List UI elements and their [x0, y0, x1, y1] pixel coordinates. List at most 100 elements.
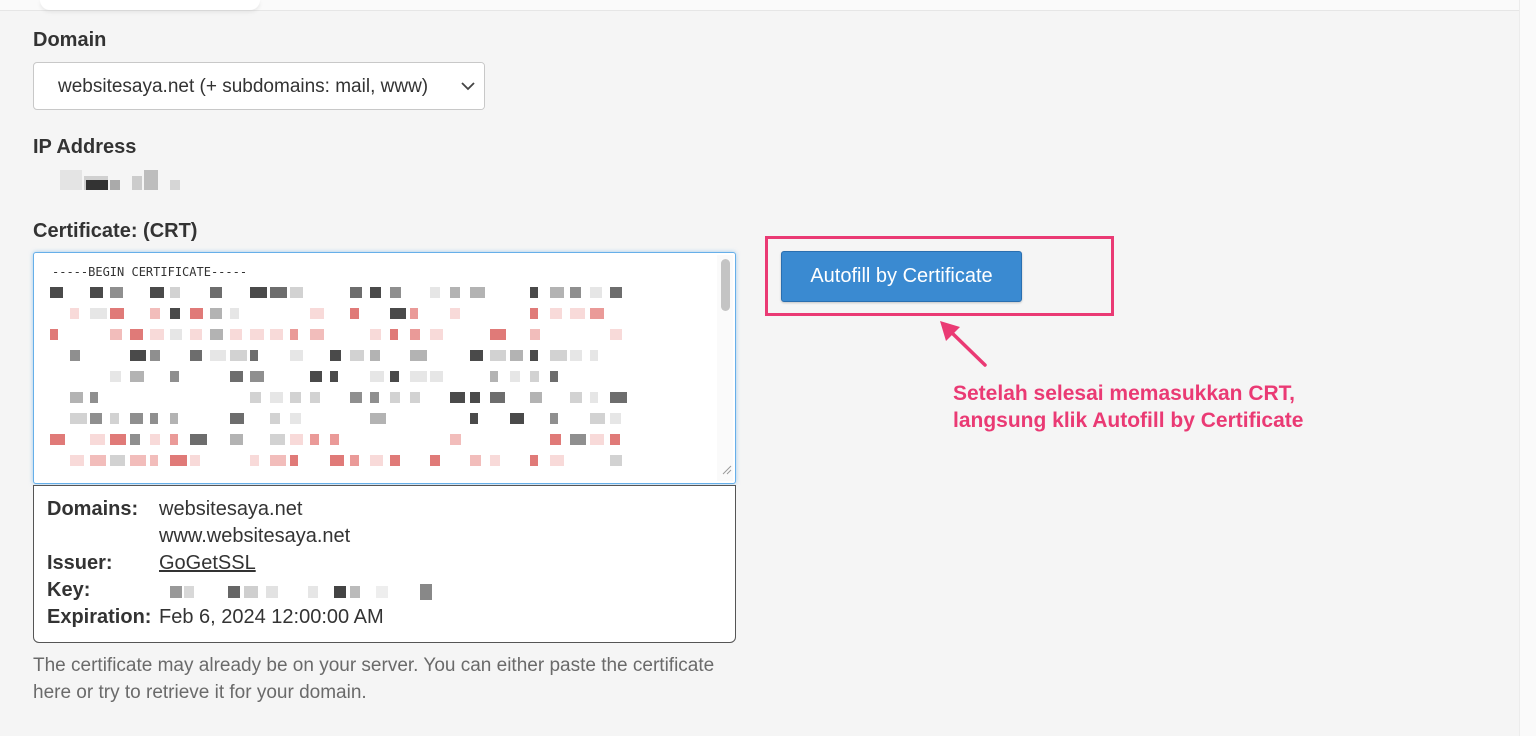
redaction-pixel	[610, 434, 620, 445]
redaction-pixel	[170, 308, 180, 319]
expiration-label: Expiration:	[47, 606, 152, 628]
redaction-pixel	[90, 434, 105, 445]
redaction-pixel	[210, 329, 223, 340]
redaction-pixel	[230, 413, 244, 424]
redaction-pixel	[250, 287, 267, 298]
certificate-first-line: -----BEGIN CERTIFICATE-----	[52, 265, 248, 279]
redaction-pixel	[590, 434, 604, 445]
redaction-pixel	[150, 434, 160, 445]
redaction-pixel	[590, 350, 598, 361]
redaction-pixel	[550, 413, 558, 424]
redaction-pixel	[570, 434, 586, 445]
redaction-pixel	[350, 350, 364, 361]
certificate-textarea[interactable]: -----BEGIN CERTIFICATE-----	[33, 252, 736, 484]
domains-label: Domains:	[47, 498, 139, 520]
redaction-pixel	[250, 371, 264, 382]
redaction-pixel	[530, 455, 538, 466]
top-tab	[40, 0, 260, 10]
redaction-pixel	[270, 413, 280, 424]
page-scrollbar[interactable]	[1519, 0, 1536, 736]
redaction-pixel	[590, 392, 598, 403]
textarea-scroll-thumb[interactable]	[721, 259, 730, 311]
redaction-pixel	[290, 455, 298, 466]
redaction-pixel	[270, 455, 286, 466]
redaction-pixel	[410, 350, 427, 361]
redaction-pixel	[150, 308, 160, 319]
redaction-pixel	[110, 371, 121, 382]
domain-label: Domain	[33, 29, 107, 51]
redaction-pixel	[390, 371, 399, 382]
redaction-pixel	[370, 329, 381, 340]
redaction-pixel	[230, 371, 243, 382]
redaction-pixel	[470, 413, 478, 424]
redaction-pixel	[490, 455, 500, 466]
redaction-pixel	[250, 392, 261, 403]
redaction-pixel	[490, 329, 506, 340]
redaction-pixel	[370, 413, 386, 424]
expiration-value: Feb 6, 2024 12:00:00 AM	[159, 606, 384, 628]
redaction-pixel	[550, 350, 567, 361]
redaction-pixel	[110, 434, 126, 445]
redaction-pixel	[550, 308, 562, 319]
redaction-pixel	[70, 350, 80, 361]
redaction-pixel	[590, 287, 602, 298]
redaction-pixel	[230, 350, 247, 361]
redaction-pixel	[470, 287, 485, 298]
redaction-pixel	[350, 308, 359, 319]
redaction-pixel	[470, 455, 481, 466]
redaction-pixel	[70, 308, 79, 319]
domain-select[interactable]: websitesaya.net (+ subdomains: mail, www…	[33, 62, 485, 110]
redaction-pixel	[510, 413, 524, 424]
redaction-pixel	[350, 392, 362, 403]
redaction-pixel	[590, 413, 605, 424]
redaction-pixel	[610, 329, 622, 340]
certificate-details: Domains: websitesaya.net www.websitesaya…	[33, 485, 736, 643]
redaction-pixel	[590, 308, 604, 319]
redaction-pixel	[310, 329, 324, 340]
redaction-pixel	[390, 392, 400, 403]
chevron-down-icon	[454, 63, 484, 109]
redaction-pixel	[190, 329, 202, 340]
redaction-pixel	[550, 287, 564, 298]
redaction-pixel	[330, 434, 339, 445]
redaction-pixel	[470, 392, 480, 403]
autofill-by-certificate-button[interactable]: Autofill by Certificate	[781, 251, 1022, 302]
redaction-pixel	[410, 329, 420, 340]
redaction-pixel	[170, 434, 178, 445]
redaction-pixel	[270, 329, 283, 340]
redaction-pixel	[250, 350, 258, 361]
redaction-pixel	[130, 434, 140, 445]
redaction-pixel	[470, 350, 483, 361]
redaction-pixel	[190, 350, 202, 361]
ip-address-redacted	[60, 168, 190, 194]
redaction-pixel	[210, 287, 222, 298]
redaction-pixel	[430, 329, 443, 340]
redaction-pixel	[330, 455, 344, 466]
resize-grip-icon[interactable]	[722, 462, 732, 480]
redaction-pixel	[570, 308, 585, 319]
redaction-pixel	[250, 455, 259, 466]
redaction-pixel	[150, 287, 164, 298]
redaction-pixel	[90, 455, 106, 466]
redaction-pixel	[350, 287, 362, 298]
redaction-pixel	[290, 392, 301, 403]
help-text: The certificate may already be on your s…	[33, 655, 715, 703]
redaction-pixel	[130, 455, 146, 466]
redaction-pixel	[50, 329, 58, 340]
redaction-pixel	[330, 371, 338, 382]
redaction-pixel	[390, 287, 401, 298]
redaction-pixel	[110, 455, 125, 466]
redaction-pixel	[490, 371, 498, 382]
redaction-pixel	[130, 371, 144, 382]
redaction-pixel	[610, 392, 627, 403]
redaction-pixel	[110, 308, 124, 319]
redaction-pixel	[430, 371, 443, 382]
redaction-pixel	[50, 287, 63, 298]
issuer-link[interactable]: GoGetSSL	[159, 552, 256, 575]
issuer-label: Issuer:	[47, 552, 113, 574]
redaction-pixel	[90, 413, 102, 424]
redaction-pixel	[570, 350, 582, 361]
redaction-pixel	[130, 350, 146, 361]
redaction-pixel	[310, 434, 319, 445]
redaction-pixel	[210, 308, 222, 319]
